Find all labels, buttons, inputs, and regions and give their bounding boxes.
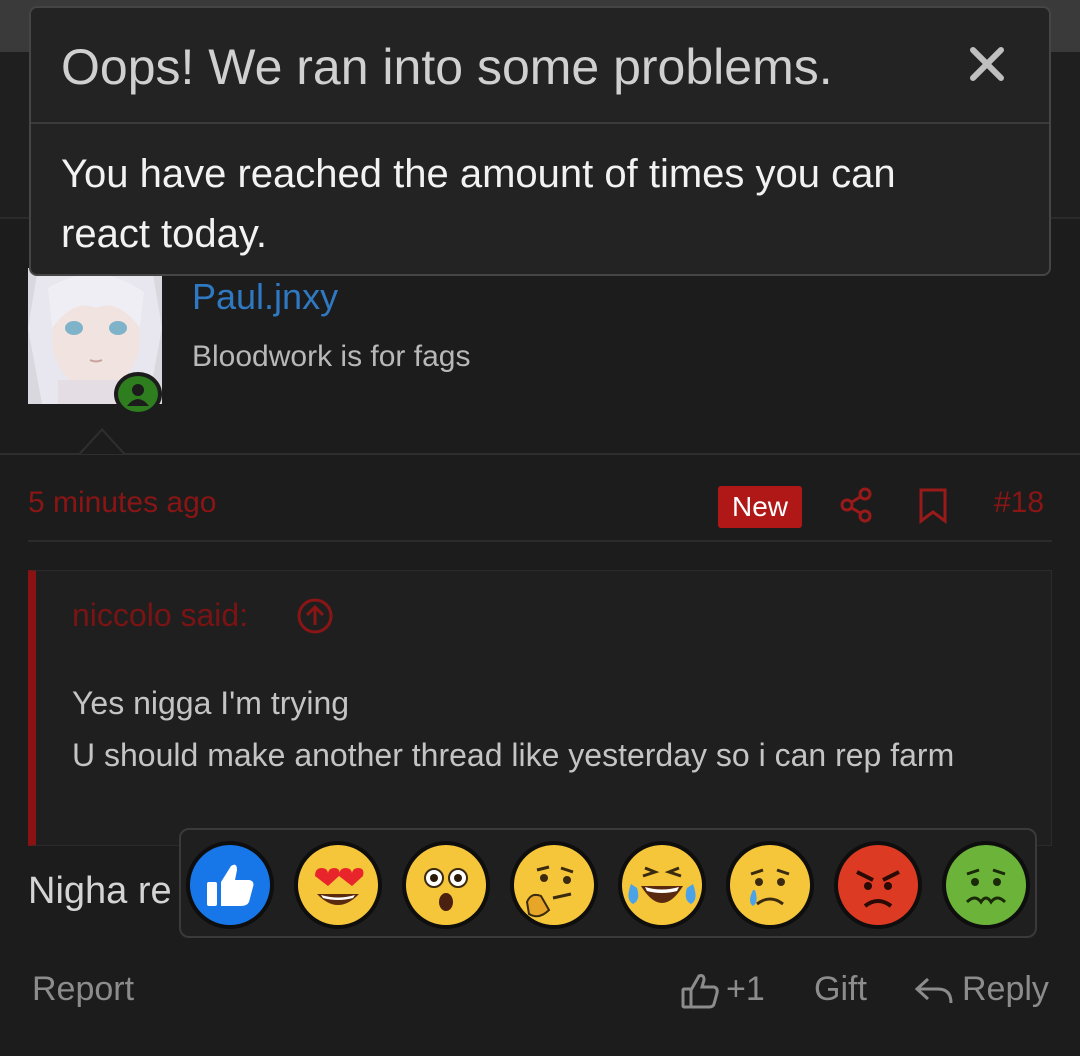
reaction-picker: [179, 828, 1037, 938]
astonished-icon[interactable]: [401, 840, 491, 930]
dialog-title: Oops! We ran into some problems.: [61, 39, 833, 95]
tears-of-joy-icon[interactable]: [617, 840, 707, 930]
quote-text: Yes nigga I'm trying U should make anoth…: [72, 677, 1032, 781]
bookmark-icon[interactable]: [918, 488, 948, 529]
angry-icon[interactable]: [833, 840, 923, 930]
quote-line: Yes nigga I'm trying: [72, 685, 350, 721]
user-caret-inner: [81, 431, 123, 454]
post-author-username[interactable]: Paul.jnxy: [192, 276, 338, 318]
heart-eyes-icon[interactable]: [293, 840, 383, 930]
nauseated-icon[interactable]: [941, 840, 1031, 930]
thumbs-up-icon[interactable]: [185, 840, 275, 930]
close-icon[interactable]: [967, 44, 1007, 84]
quote-line: U should make another thread like yester…: [72, 737, 955, 773]
crying-icon[interactable]: [725, 840, 815, 930]
gift-button[interactable]: Gift: [814, 970, 867, 1009]
thumbs-up-outline-icon[interactable]: [680, 972, 720, 1017]
reply-button[interactable]: Reply: [962, 970, 1049, 1009]
share-icon[interactable]: [838, 487, 874, 528]
error-dialog: Oops! We ran into some problems. You hav…: [29, 6, 1051, 276]
online-status-icon: [114, 372, 162, 416]
like-count[interactable]: +1: [726, 970, 765, 1009]
divider: [0, 453, 1080, 455]
new-badge: New: [718, 486, 802, 528]
dialog-message: You have reached the amount of times you…: [61, 152, 896, 256]
post-timestamp[interactable]: 5 minutes ago: [28, 486, 216, 520]
dialog-divider: [31, 122, 1049, 124]
jump-to-quote-icon[interactable]: [296, 597, 334, 640]
divider: [28, 540, 1052, 542]
quote-block: niccolo said: Yes nigga I'm trying U sho…: [28, 570, 1052, 846]
thinking-icon[interactable]: [509, 840, 599, 930]
quote-author[interactable]: niccolo said:: [72, 597, 248, 634]
post-author-title: Bloodwork is for fags: [192, 340, 471, 373]
post-number[interactable]: #18: [994, 486, 1044, 520]
post-message: Nigha re: [28, 870, 172, 912]
report-button[interactable]: Report: [32, 970, 134, 1009]
reply-icon[interactable]: [914, 975, 954, 1014]
